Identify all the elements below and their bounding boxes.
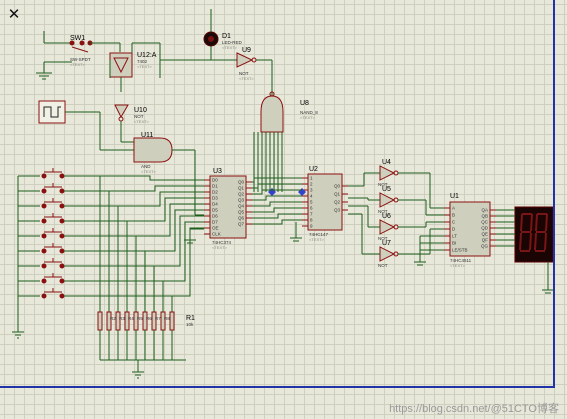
watermark-text: https://blog.csdn.net/@51CTO博客 — [389, 403, 559, 415]
resistor-label: R5 — [137, 316, 143, 321]
u8-ref: U8 — [300, 100, 309, 107]
r1-ref: R1 — [186, 315, 195, 322]
bus-wire — [252, 201, 302, 207]
u1-left-pin-label: A — [452, 206, 455, 211]
sheet-border-right — [553, 0, 555, 388]
seven-segment-display[interactable] — [496, 206, 554, 294]
u3-right-pin-label: Q0 — [238, 180, 245, 185]
gate-u11[interactable]: U11 AND <TEXT> — [133, 132, 204, 216]
resistor[interactable] — [97, 311, 103, 360]
u3-right-pin-label: Q6 — [238, 216, 245, 221]
u8-ghost: <TEXT> — [300, 115, 316, 120]
bus-wire — [252, 189, 302, 195]
u1-right-pin-label: QG — [481, 244, 489, 249]
u4-ref: U4 — [382, 159, 391, 166]
bus-wire — [252, 195, 302, 201]
resistor-bank-r1[interactable]: R1 10k R2 R3 R4 R5 R6 R7 R8 — [97, 311, 195, 360]
gate-u5[interactable]: U5 NOT — [378, 186, 399, 214]
resistor-label: R7 — [155, 316, 161, 321]
d1-ref: D1 — [222, 33, 231, 40]
resistor-label: R2 — [110, 316, 116, 321]
u12a-ref: U12:A — [137, 52, 157, 59]
u3-left-pin-label: D7 — [212, 220, 218, 225]
gate-u7[interactable]: U7 NOT — [378, 240, 399, 268]
u1-ref: U1 — [450, 193, 459, 200]
resistor-label: R8 — [164, 316, 170, 321]
u1-left-pin-label: BI — [452, 241, 456, 246]
bus-wire — [252, 213, 302, 219]
bus-wire — [252, 183, 302, 189]
u3-left-pin-label: OE — [212, 226, 219, 231]
schematic-canvas[interactable]: SW1 SW-SPDT <TEXT> U12:A 7402 <TEXT> D1 … — [0, 0, 567, 419]
u3-left-pin-label: D4 — [212, 202, 218, 207]
d1-ghost: <TEXT> — [222, 45, 238, 50]
button-ground — [12, 176, 24, 339]
resistor-label: R3 — [119, 316, 125, 321]
sw1-ghost: <TEXT> — [70, 62, 86, 67]
u1-right-pin-label: QC — [481, 220, 489, 225]
u10-ghost: <TEXT> — [134, 119, 150, 124]
u2-right-pin-label: Q0 — [334, 184, 341, 189]
gate-u6[interactable]: U6 NOT — [378, 213, 399, 241]
resistor[interactable] — [169, 311, 175, 360]
bus-wire — [252, 177, 302, 183]
u11-ref: U11 — [141, 132, 153, 139]
u3-right-pin-label: Q7 — [238, 222, 245, 227]
u2-right-pin-label: Q1 — [334, 192, 341, 197]
u1-right-pin-label: QF — [482, 238, 489, 243]
u3-left-pin-label: D1 — [212, 184, 218, 189]
u3-left-pin-label: CLK — [212, 232, 221, 237]
u3-right-pin-label: Q3 — [238, 198, 245, 203]
u3-ref: U3 — [213, 168, 222, 175]
gate-u4[interactable]: U4 NOT — [378, 159, 399, 187]
u1-left-pin-label: LT — [452, 234, 457, 239]
u1-left-pin-label: LE/STB — [452, 248, 468, 253]
gate-u9[interactable]: U9 NOT <TEXT> — [160, 47, 273, 96]
u12a-ghost: <TEXT> — [137, 64, 153, 69]
u9-ref: U9 — [242, 47, 251, 54]
sheet-border-bottom — [0, 386, 553, 388]
u1-right-pin-label: QE — [481, 232, 488, 237]
resistor-label: R4 — [128, 316, 134, 321]
u6-ref: U6 — [382, 213, 391, 220]
u2-ghost: <TEXT> — [309, 237, 325, 242]
u3-right-pin-label: Q2 — [238, 192, 245, 197]
gate-u12a[interactable]: U12:A 7402 <TEXT> — [90, 42, 161, 92]
u3-left-pin-label: D3 — [212, 196, 218, 201]
resistor-label: R6 — [146, 316, 152, 321]
push-button-bank[interactable] — [18, 168, 204, 312]
chip-u2[interactable]: U2 74HC147 <TEXT> 123456789 Q0Q1Q2Q3 — [268, 166, 348, 242]
u2-ref: U2 — [309, 166, 318, 173]
u3-right-pin-label: Q1 — [238, 186, 245, 191]
u3-ghost: <TEXT> — [212, 245, 228, 250]
u2-right-pin-label: Q3 — [334, 208, 341, 213]
u5-ref: U5 — [382, 186, 391, 193]
bus-wire — [252, 219, 302, 225]
switch-sw1[interactable]: SW1 SW-SPDT <TEXT> — [36, 31, 93, 80]
u2-right-pin-label: Q2 — [334, 200, 341, 205]
u3-left-pin-label: D2 — [212, 190, 218, 195]
u7-value: NOT — [378, 263, 388, 268]
inverter-bank[interactable]: U4 NOT U5 NOT U6 NOT U7 NOT — [348, 159, 444, 268]
u1-ghost: <TEXT> — [450, 263, 466, 268]
u3-left-pin-label: D5 — [212, 208, 218, 213]
r1-value: 10k — [186, 322, 194, 327]
u3-right-pin-label: Q5 — [238, 210, 245, 215]
u1-right-pin-label: QA — [481, 208, 488, 213]
u3-right-pin-label: Q4 — [238, 204, 245, 209]
bus-wire — [252, 207, 302, 213]
push-button[interactable] — [18, 227, 204, 312]
u3-left-pin-label: D0 — [212, 178, 218, 183]
u11-ghost: <TEXT> — [141, 169, 157, 174]
u7-ref: U7 — [382, 240, 391, 247]
u1-left-pin-label: B — [452, 213, 455, 218]
u10-ref: U10 — [134, 107, 147, 114]
u9-ghost: <TEXT> — [239, 76, 255, 81]
u3-left-pin-label: D6 — [212, 214, 218, 219]
sw1-ref: SW1 — [70, 35, 85, 42]
u1-right-pin-label: QB — [481, 214, 488, 219]
u1-right-pin-label: QD — [481, 226, 489, 231]
